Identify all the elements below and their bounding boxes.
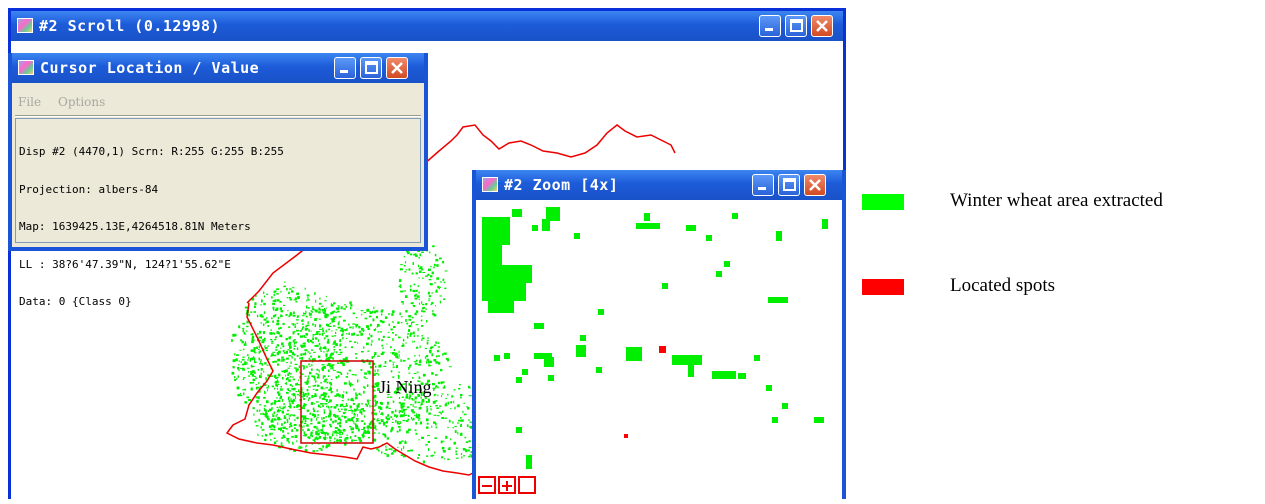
zoom-out-icon[interactable] [478,476,496,494]
maximize-icon[interactable] [778,174,800,196]
separator [15,115,421,117]
maximize-icon[interactable] [360,57,382,79]
readout-line-ll: LL : 38?6'47.39"N, 124?1'55.62"E [19,257,231,271]
legend-label-spots: Located spots [950,275,1056,296]
readout-line-data: Data: 0 {Class 0} [19,295,132,308]
located-spot [624,434,628,438]
legend-swatch-wheat [862,194,904,210]
legend-label-wheat: Winter wheat area extracted [950,190,1163,211]
scroll-titlebar[interactable]: #2 Scroll (0.12998) [11,11,843,41]
zoom-reset-icon[interactable] [518,476,536,494]
zoom-image[interactable] [476,205,842,504]
readout-line-map: Map: 1639425.13E,4264518.81N Meters [19,220,251,233]
app-icon [18,60,34,75]
close-icon[interactable] [804,174,826,196]
minimize-icon[interactable] [334,57,356,79]
legend-swatch-spots [862,279,904,295]
cursor-location-window: Cursor Location / Value File Options Dis… [8,53,428,308]
close-icon[interactable] [811,15,833,37]
scroll-title: #2 Scroll (0.12998) [39,17,221,35]
close-icon[interactable] [386,57,408,79]
minimize-icon[interactable] [752,174,774,196]
zoom-pixels [482,207,828,469]
app-icon [17,18,33,33]
readout-line-disp: Disp #2 (4470,1) Scrn: R:255 G:255 B:255 [19,145,284,158]
menu-file[interactable]: File [18,95,41,109]
cursor-title: Cursor Location / Value [40,59,260,77]
cursor-readout: Disp #2 (4470,1) Scrn: R:255 G:255 B:255… [15,118,421,308]
cursor-titlebar[interactable]: Cursor Location / Value [12,53,424,83]
zoom-controls [478,476,538,496]
map-label-ji-ning: Ji Ning [379,377,432,397]
located-spot [659,346,666,353]
zoom-in-icon[interactable] [498,476,516,494]
app-icon [482,177,498,192]
zoom-window: #2 Zoom [4x] [472,170,846,499]
minimize-icon[interactable] [759,15,781,37]
readout-line-projection: Projection: albers-84 [19,182,159,196]
zoom-titlebar[interactable]: #2 Zoom [4x] [476,170,842,200]
zoom-title: #2 Zoom [4x] [504,176,619,194]
menu-options[interactable]: Options [58,95,105,109]
maximize-icon[interactable] [785,15,807,37]
